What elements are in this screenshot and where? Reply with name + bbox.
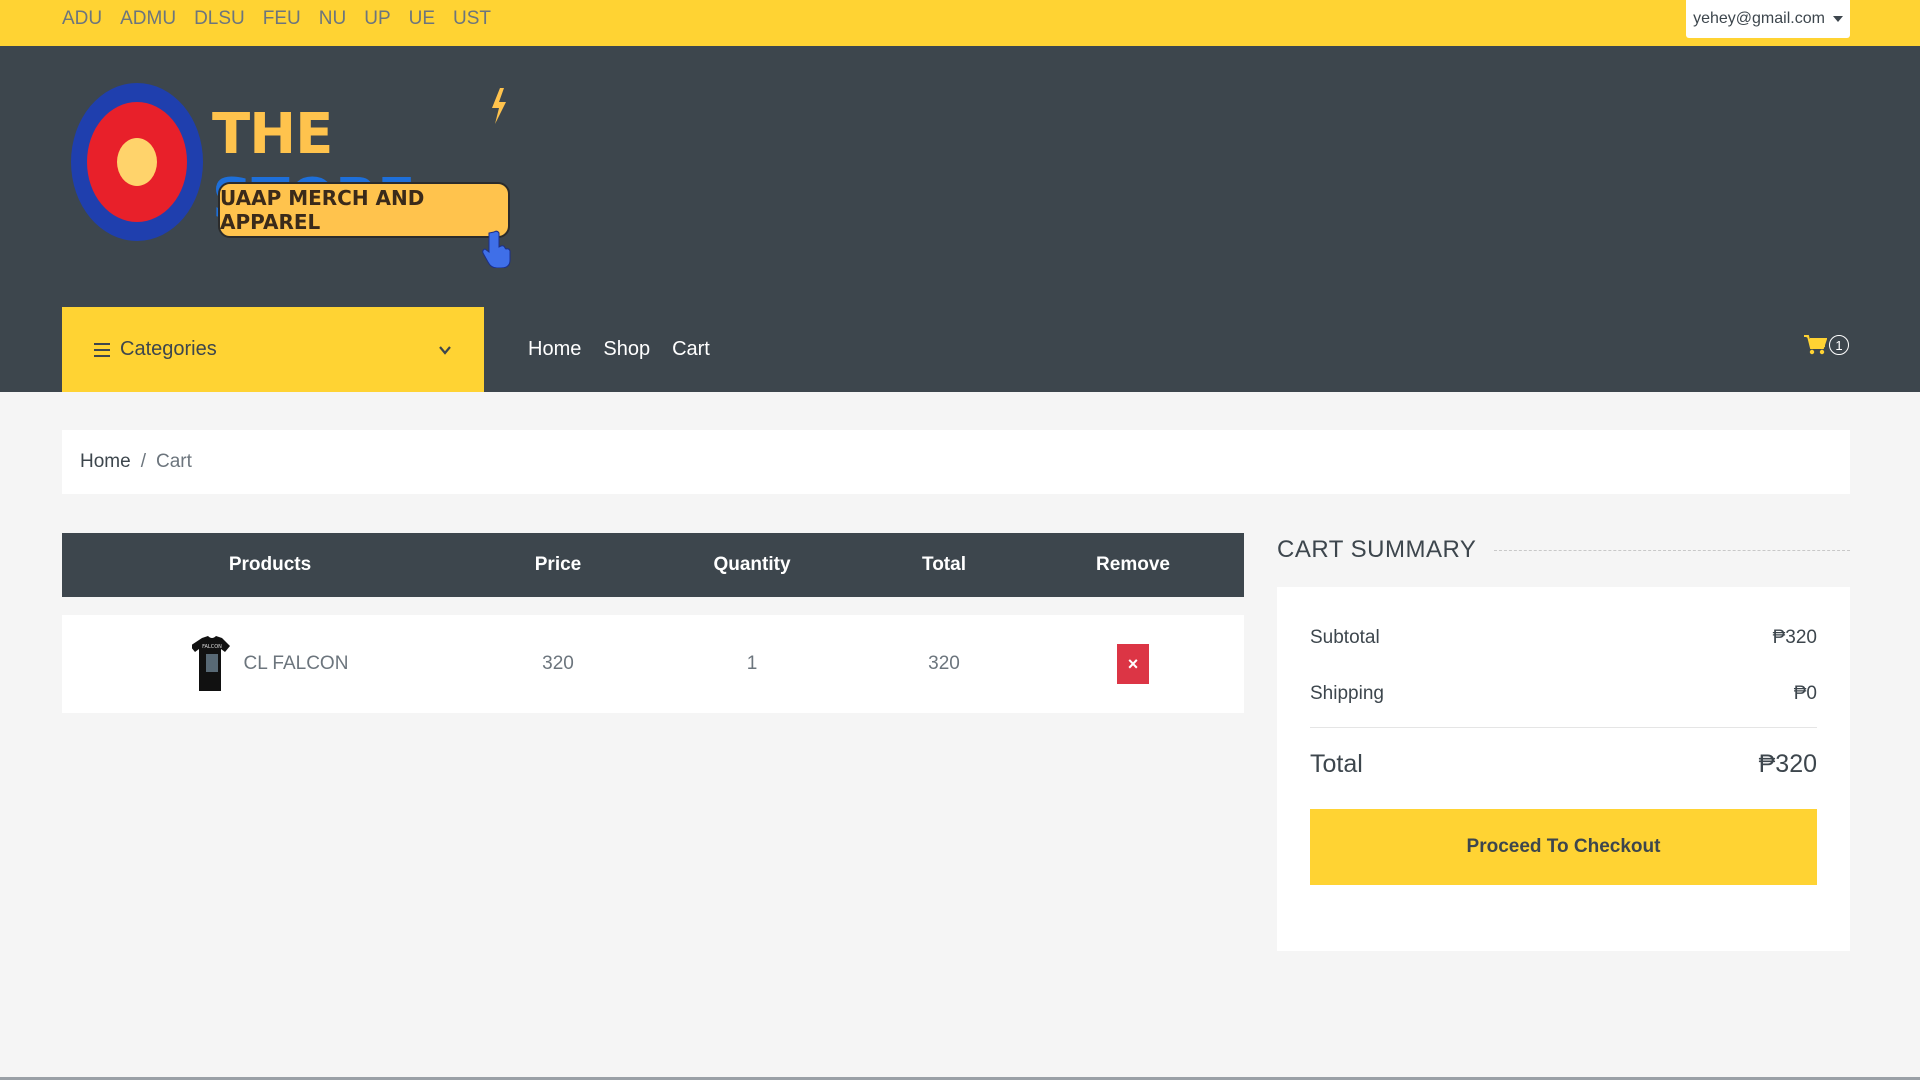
product-price: 320 — [542, 653, 574, 674]
nav-cart[interactable]: Cart — [672, 338, 710, 361]
total-row: Total ₱320 — [1310, 750, 1817, 779]
svg-text:FALCON: FALCON — [202, 644, 222, 650]
remove-button[interactable]: × — [1117, 644, 1149, 684]
product-name[interactable]: CL FALCON — [244, 653, 349, 675]
categories-button[interactable]: Categories — [62, 307, 484, 392]
school-link-dlsu[interactable]: DLSU — [194, 8, 245, 30]
logo-tagline: UAAP MERCH AND APPAREL — [218, 182, 510, 238]
school-links: ADU ADMU DLSU FEU NU UP UE UST — [62, 0, 491, 38]
hamburger-icon — [94, 342, 110, 357]
header-products: Products — [228, 554, 312, 575]
table-row: FALCON CL FALCON 320 1 320 × — [62, 615, 1244, 713]
site-header: THE STORE UAAP MERCH AND APPAREL Categor… — [0, 46, 1920, 392]
school-link-feu[interactable]: FEU — [263, 8, 301, 30]
account-dropdown[interactable]: yehey@gmail.com — [1686, 0, 1850, 38]
school-link-ue[interactable]: UE — [409, 8, 435, 30]
shirt-thumbnail[interactable]: FALCON — [191, 634, 232, 694]
total-label: Total — [1310, 750, 1363, 778]
caret-down-icon — [1832, 16, 1843, 22]
pointer-hand-icon — [482, 230, 511, 268]
account-email: yehey@gmail.com — [1693, 10, 1825, 27]
cart-summary-title: CART SUMMARY — [1277, 536, 1477, 563]
total-value: ₱320 — [1758, 750, 1817, 778]
nav-shop[interactable]: Shop — [603, 338, 650, 361]
shipping-row: Shipping ₱0 — [1310, 683, 1817, 705]
logo-word-the: THE — [212, 102, 333, 167]
proceed-to-checkout-button[interactable]: Proceed To Checkout — [1310, 809, 1817, 885]
header-quantity: Quantity — [713, 554, 791, 575]
product-cell: FALCON CL FALCON — [62, 634, 478, 694]
school-link-ust[interactable]: UST — [453, 8, 491, 30]
store-logo[interactable]: THE STORE UAAP MERCH AND APPAREL — [70, 82, 520, 272]
subtotal-value: ₱320 — [1772, 627, 1817, 648]
bolt-icon — [492, 88, 506, 124]
main-nav: Home Shop Cart — [528, 307, 710, 392]
product-total: 320 — [928, 653, 960, 674]
product-quantity: 1 — [746, 653, 758, 674]
chevron-down-icon — [439, 345, 451, 355]
remove-cell: × — [1022, 644, 1244, 684]
school-link-up[interactable]: UP — [364, 8, 390, 30]
cart-summary-heading: CART SUMMARY — [1277, 533, 1850, 567]
categories-label: Categories — [120, 338, 217, 360]
table-header: Products Price Quantity Total Remove — [62, 533, 1244, 597]
summary-divider — [1310, 727, 1817, 728]
cart-icon — [1804, 335, 1827, 355]
school-link-adu[interactable]: ADU — [62, 8, 102, 30]
cart-count-badge: 1 — [1829, 335, 1849, 355]
subtotal-label: Subtotal — [1310, 627, 1380, 648]
cart-summary-box: Subtotal ₱320 Shipping ₱0 Total ₱320 Pro… — [1277, 587, 1850, 951]
header-remove: Remove — [1096, 554, 1170, 575]
header-total: Total — [922, 554, 966, 575]
breadcrumb-current: Cart — [155, 451, 192, 472]
nav-home[interactable]: Home — [528, 338, 581, 361]
subtotal-row: Subtotal ₱320 — [1310, 627, 1817, 649]
school-link-admu[interactable]: ADMU — [120, 8, 176, 30]
school-link-nu[interactable]: NU — [319, 8, 346, 30]
breadcrumb: Home / Cart — [62, 430, 1850, 494]
shipping-value: ₱0 — [1793, 683, 1817, 704]
cart-indicator[interactable]: 1 — [1803, 334, 1849, 356]
cart-table: Products Price Quantity Total Remove FAL… — [62, 533, 1244, 713]
breadcrumb-separator: / — [140, 451, 146, 472]
header-price: Price — [534, 554, 582, 575]
top-bar: ADU ADMU DLSU FEU NU UP UE UST yehey@gma… — [0, 0, 1920, 46]
shipping-label: Shipping — [1310, 683, 1384, 704]
target-logo-icon — [71, 83, 203, 241]
breadcrumb-home[interactable]: Home — [80, 451, 131, 473]
heading-divider — [1494, 549, 1850, 551]
